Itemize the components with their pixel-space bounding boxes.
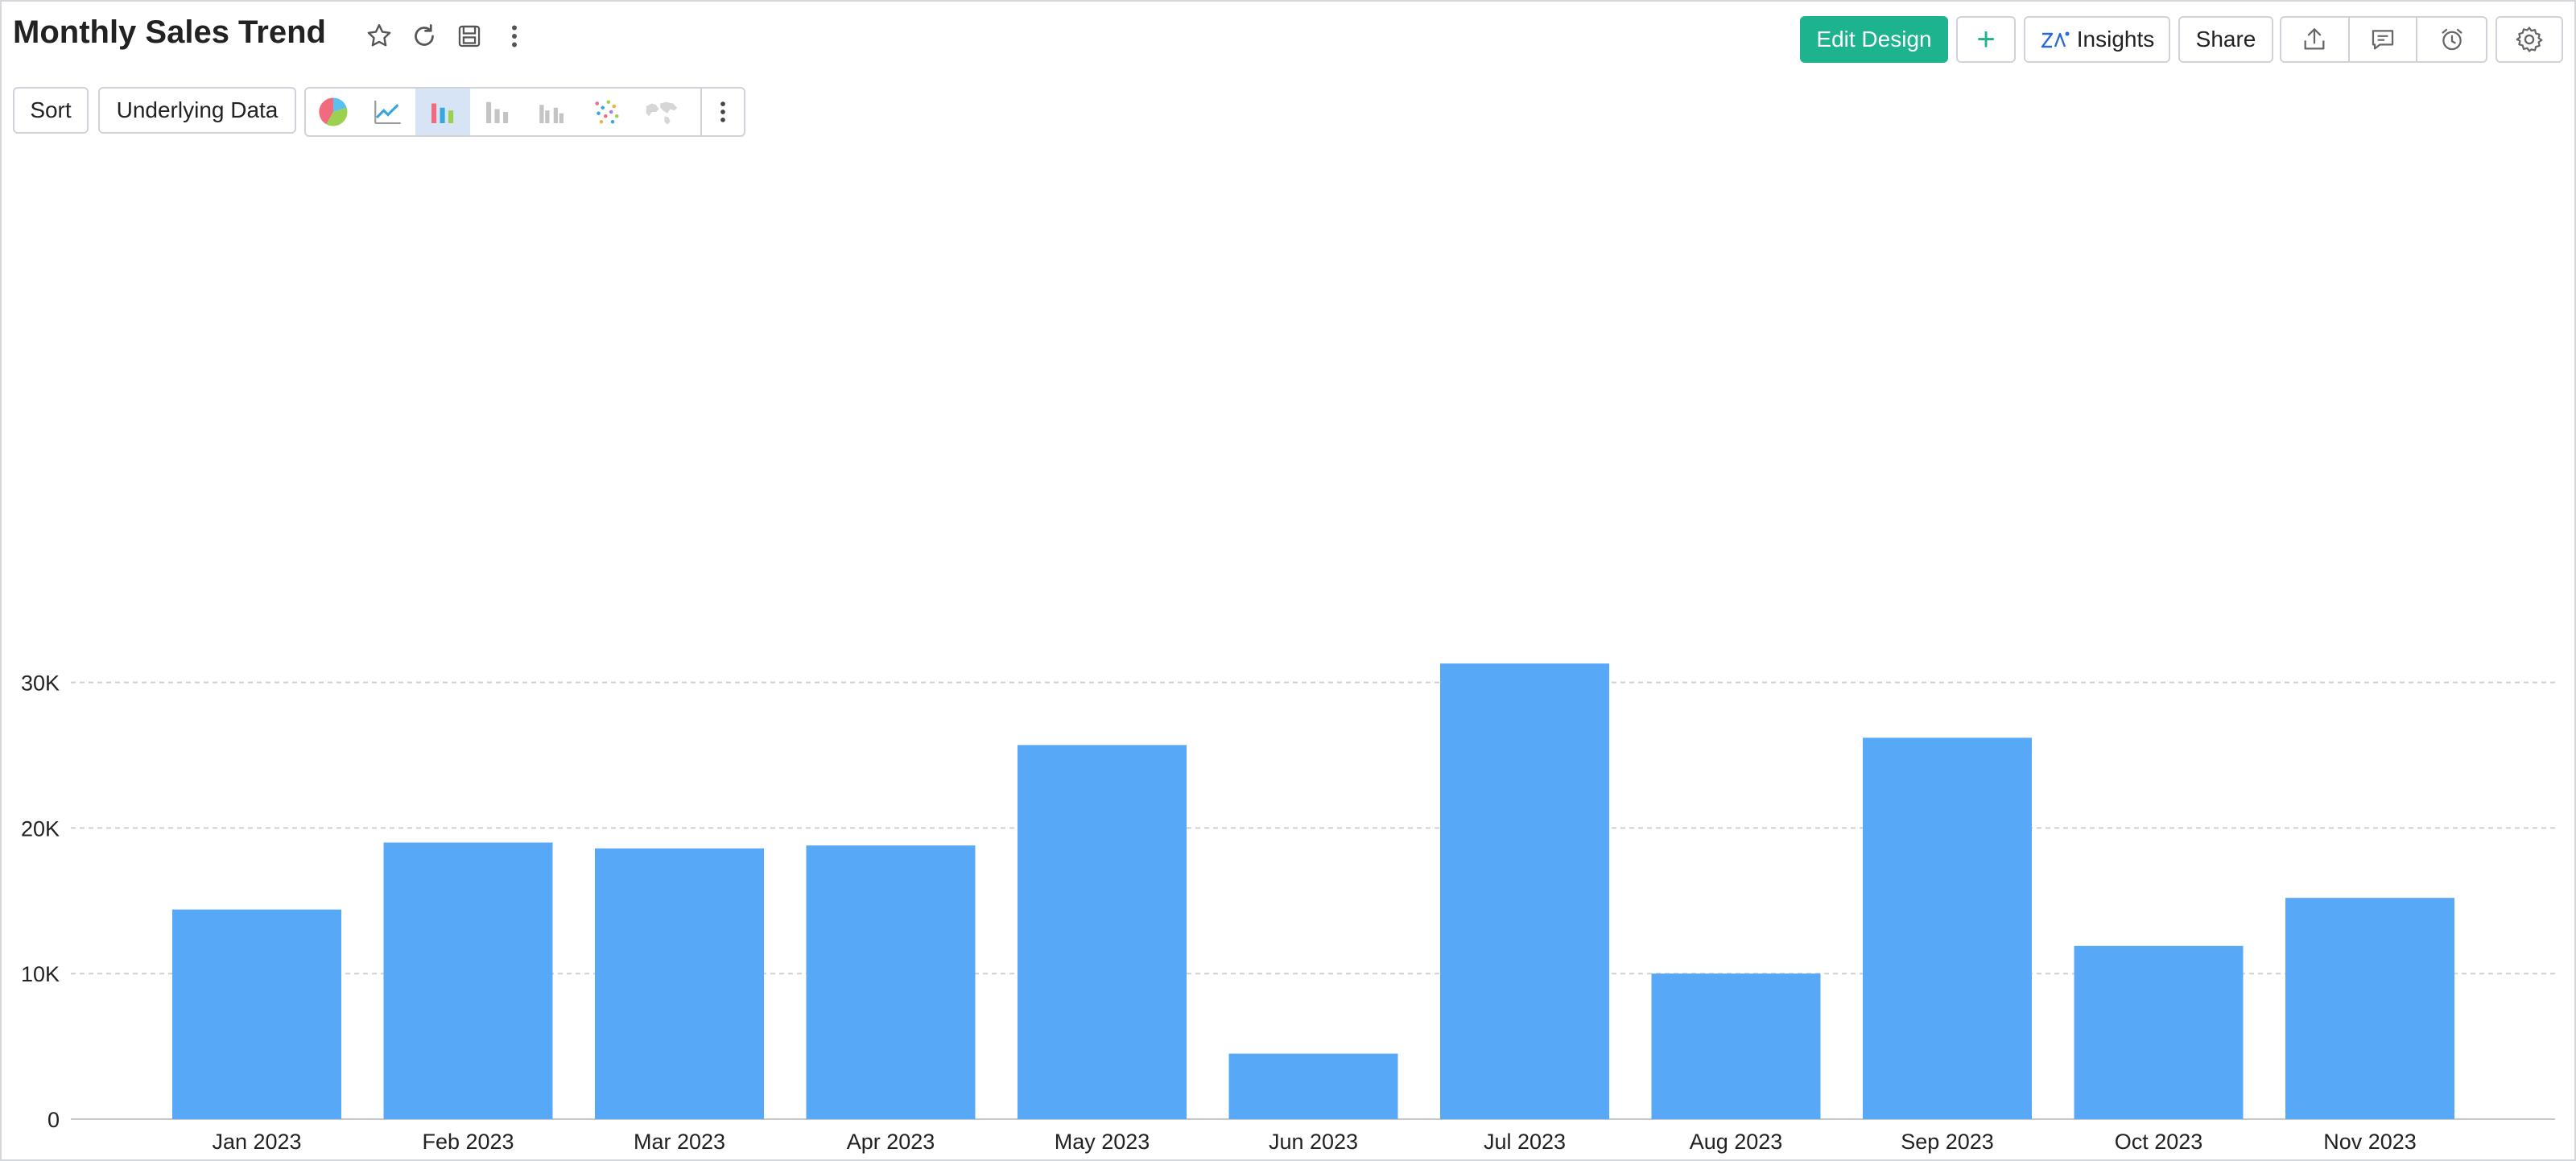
bar[interactable] [595, 848, 764, 1119]
x-tick-label: Aug 2023 [1690, 1130, 1783, 1154]
bar[interactable] [383, 842, 553, 1119]
bar[interactable] [1018, 745, 1187, 1119]
bar[interactable] [2074, 945, 2244, 1119]
x-tick-label: Jun 2023 [1269, 1130, 1358, 1154]
x-tick-label: Jan 2023 [212, 1130, 301, 1154]
bar-chart: 0 10K 20K 30K Jan 2023 Feb 2023 Mar 2023 Apr 20… [21, 663, 2555, 1154]
x-tick-label: Apr 2023 [847, 1130, 935, 1154]
x-tick-label: Nov 2023 [2323, 1130, 2417, 1154]
x-tick-label: Feb 2023 [422, 1130, 514, 1154]
bar[interactable] [1440, 663, 1609, 1119]
x-tick-label: Jul 2023 [1484, 1130, 1566, 1154]
x-tick-label: Mar 2023 [634, 1130, 725, 1154]
bar[interactable] [1863, 738, 2032, 1119]
y-tick-label: 10K [21, 962, 60, 986]
y-tick-label: 0 [47, 1108, 60, 1132]
report-panel: Monthly Sales Trend Edit Design + Insigh… [0, 0, 2576, 1161]
bar[interactable] [172, 909, 341, 1119]
bar[interactable] [1651, 973, 1821, 1119]
y-tick-label: 20K [21, 816, 60, 841]
x-tick-label: Oct 2023 [2115, 1130, 2203, 1154]
y-tick-label: 30K [21, 671, 60, 696]
bar[interactable] [806, 845, 976, 1119]
bar[interactable] [2285, 898, 2454, 1119]
x-tick-label: Sep 2023 [1901, 1130, 1994, 1154]
bar[interactable] [1228, 1053, 1398, 1119]
x-tick-label: May 2023 [1055, 1130, 1150, 1154]
